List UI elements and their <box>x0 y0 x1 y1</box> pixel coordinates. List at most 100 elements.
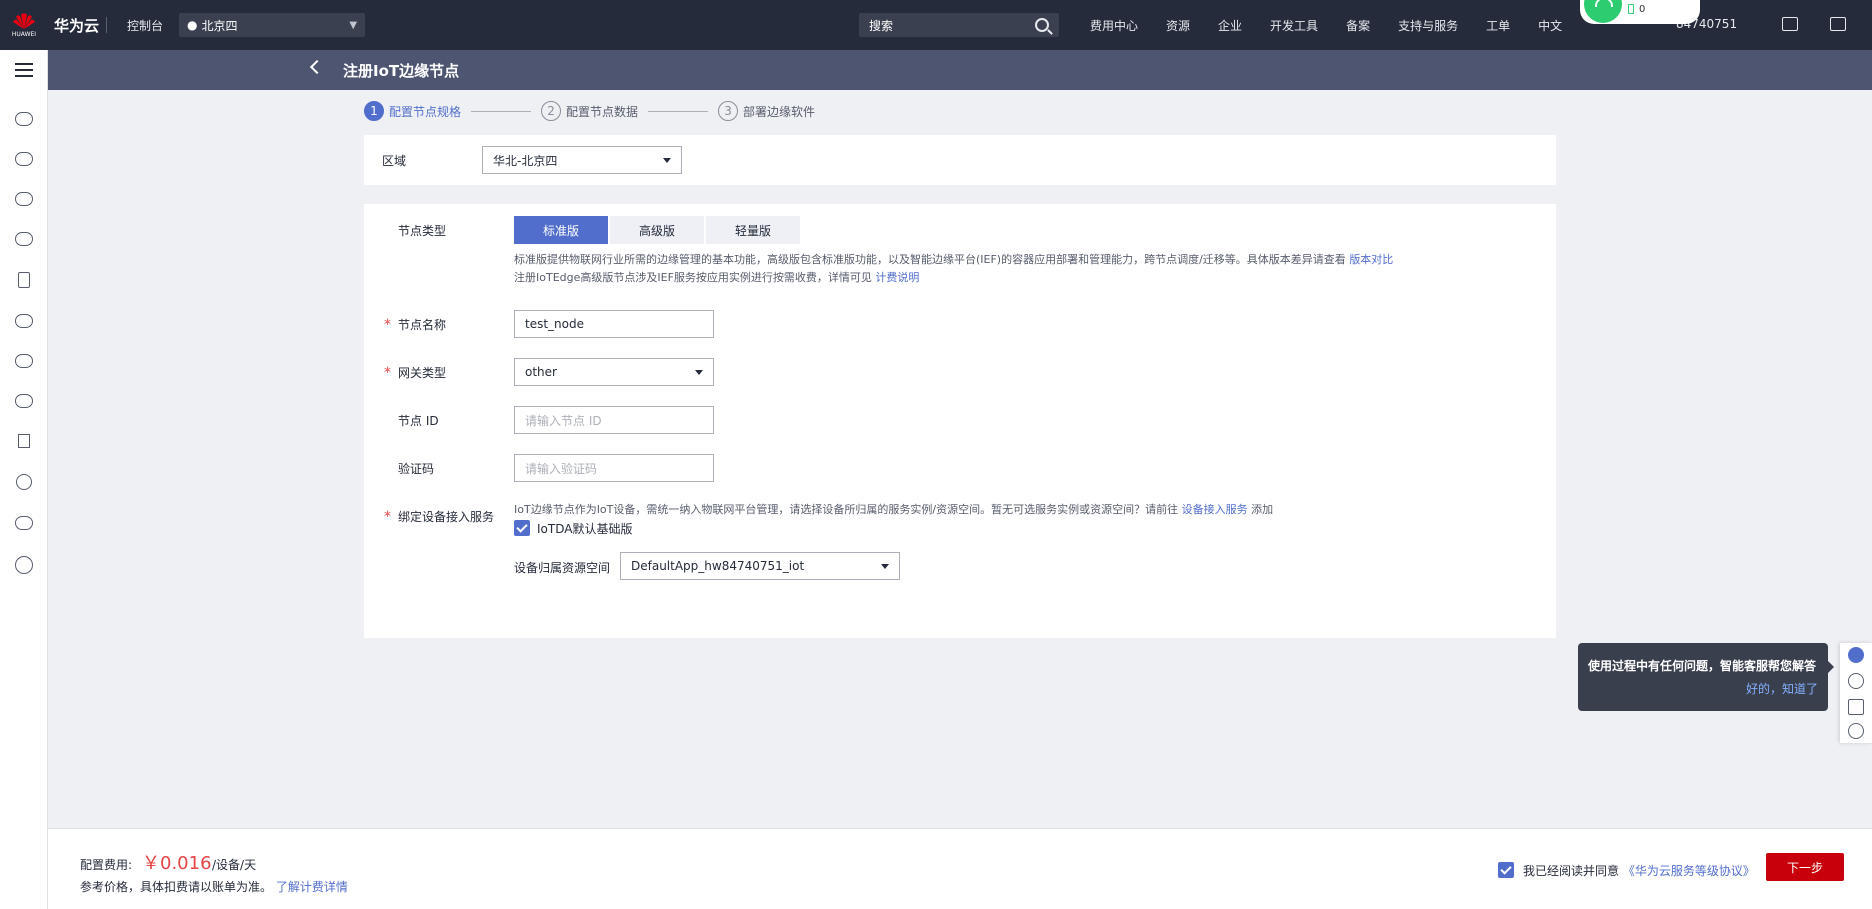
node-type-label: 节点类型 <box>398 224 447 238</box>
step-1-label: 配置节点规格 <box>389 104 462 119</box>
version-description-1: 标准版提供物联网行业所需的边缘管理的基本功能，高级版包含标准版功能，以及智能边缘… <box>514 251 1393 269</box>
region-card: 区域 华北-北京四 <box>364 135 1556 185</box>
help-icon[interactable] <box>1848 673 1864 689</box>
sla-link[interactable]: 《华为云服务等级协议》 <box>1623 864 1755 878</box>
page-title: 注册IoT边缘节点 <box>343 62 460 80</box>
service-icon-2[interactable] <box>14 152 33 166</box>
search-placeholder: 搜索 <box>869 18 894 33</box>
iotda-checkbox[interactable] <box>514 520 530 536</box>
version-compare-link[interactable]: 版本对比 <box>1349 253 1393 266</box>
verify-code-input[interactable]: 请输入验证码 <box>514 454 714 482</box>
globe-icon[interactable] <box>14 556 33 574</box>
fee-detail-link[interactable]: 了解计费详情 <box>276 880 348 894</box>
fee-label: 配置费用: <box>80 858 133 872</box>
service-icon-5[interactable] <box>17 272 30 288</box>
menu-icon[interactable] <box>0 50 48 90</box>
tab-standard[interactable]: 标准版 <box>514 216 608 244</box>
agreement-text: 我已经阅读并同意 《华为云服务等级协议》 <box>1523 862 1755 879</box>
fee-note-text: 参考价格，具体扣费请以账单为准。 <box>80 880 273 894</box>
required-marker: * <box>384 317 391 333</box>
feedback-icon[interactable] <box>1848 699 1864 715</box>
step-2-number: 2 <box>541 101 562 121</box>
region-selector[interactable]: ● 北京四 ▼ <box>179 13 366 37</box>
step-1: 1 配置节点规格 <box>364 101 461 121</box>
resource-space-label: 设备归属资源空间 <box>514 561 611 575</box>
caret-down-icon <box>881 563 889 569</box>
node-name-input[interactable]: test_node <box>514 310 714 338</box>
menu-resources[interactable]: 资源 <box>1166 17 1190 34</box>
menu-billing[interactable]: 费用中心 <box>1090 17 1138 34</box>
gateway-type-label: 网关类型 <box>398 366 447 380</box>
smile-icon[interactable] <box>1848 723 1864 739</box>
nav-divider <box>106 17 107 33</box>
menu-support[interactable]: 支持与服务 <box>1398 17 1458 34</box>
fee-price: ￥0.016 <box>142 853 212 874</box>
gateway-type-dropdown[interactable]: other <box>514 358 714 386</box>
page-header-bar: 注册IoT边缘节点 <box>48 50 1872 90</box>
resource-space-dropdown[interactable]: DefaultApp_hw84740751_iot <box>620 552 900 580</box>
caret-down-icon: ▼ <box>349 19 358 31</box>
resource-space-value: DefaultApp_hw84740751_iot <box>631 559 805 573</box>
required-marker: * <box>384 365 391 381</box>
ip-icon[interactable] <box>15 474 32 490</box>
node-id-input[interactable]: 请输入节点 ID <box>514 406 714 434</box>
agreement-checkbox[interactable] <box>1498 862 1514 878</box>
step-1-number: 1 <box>364 101 384 121</box>
node-id-label: 节点 ID <box>398 414 439 428</box>
service-icon-4[interactable] <box>14 232 33 246</box>
fee-note: 参考价格，具体扣费请以账单为准。 了解计费详情 <box>80 878 348 895</box>
service-icon-3[interactable] <box>14 192 33 206</box>
mail-icon[interactable] <box>1830 17 1846 31</box>
cluster-icon[interactable] <box>14 516 33 530</box>
network-popup: 0 <box>1580 0 1700 24</box>
agreement-prefix: 我已经阅读并同意 <box>1523 864 1620 878</box>
iotda-checkbox-label: IoTDA默认基础版 <box>537 522 633 536</box>
console-link[interactable]: 控制台 <box>115 17 175 34</box>
node-type-tabs: 标准版 高级版 轻量版 <box>514 216 802 244</box>
menu-devtools[interactable]: 开发工具 <box>1270 17 1318 34</box>
tab-advanced[interactable]: 高级版 <box>610 216 704 244</box>
caret-down-icon <box>663 157 671 163</box>
verify-code-label: 验证码 <box>398 462 435 476</box>
bind-service-label: 绑定设备接入服务 <box>398 510 495 524</box>
assistant-dismiss-link[interactable]: 好的，知道了 <box>1588 680 1818 697</box>
left-sidebar <box>0 50 48 909</box>
menu-tickets[interactable]: 工单 <box>1486 17 1510 34</box>
assistant-tooltip-text: 使用过程中有任何问题，智能客服帮您解答 <box>1588 659 1817 673</box>
region-dropdown[interactable]: 华北-北京四 <box>482 146 682 174</box>
cloud-monitor-icon[interactable] <box>14 394 33 408</box>
billing-explain-link[interactable]: 计费说明 <box>875 271 919 284</box>
anchor-icon[interactable] <box>17 434 30 448</box>
version-desc-text: 标准版提供物联网行业所需的边缘管理的基本功能，高级版包含标准版功能，以及智能边缘… <box>514 253 1346 266</box>
step-3: 3 部署边缘软件 <box>718 101 815 121</box>
location-pin-icon: ● <box>187 18 198 32</box>
menu-enterprise[interactable]: 企业 <box>1218 17 1242 34</box>
cloud-upload-icon[interactable] <box>14 354 33 368</box>
cloud-shell-icon[interactable] <box>1782 17 1798 31</box>
customer-service-icon[interactable] <box>1848 647 1864 663</box>
bind-service-description: IoT边缘节点作为IoT设备，需统一纳入物联网平台管理，请选择设备所归属的服务实… <box>514 501 1273 519</box>
menu-filing[interactable]: 备案 <box>1346 17 1370 34</box>
step-connector <box>471 110 532 112</box>
node-form-card: 节点类型 标准版 高级版 轻量版 标准版提供物联网行业所需的边缘管理的基本功能，… <box>364 204 1556 638</box>
huawei-logo-icon: HUAWEI <box>10 11 38 39</box>
floating-help-panel <box>1840 643 1872 743</box>
wifi-icon <box>1584 0 1622 23</box>
brand-name: 华为云 <box>54 16 100 35</box>
fee-unit: /设备/天 <box>212 858 257 872</box>
cloud-icon[interactable] <box>14 314 33 328</box>
step-3-number: 3 <box>718 101 739 121</box>
bind-tail-text: 添加 <box>1251 503 1274 516</box>
search-box[interactable]: 搜索 <box>859 13 1059 37</box>
huawei-logo[interactable]: HUAWEI 华为云 <box>0 0 100 50</box>
menu-language[interactable]: 中文 <box>1538 17 1562 34</box>
device-access-link[interactable]: 设备接入服务 <box>1182 503 1248 516</box>
search-icon[interactable] <box>1035 18 1049 32</box>
back-icon[interactable] <box>309 59 325 75</box>
service-icon-1[interactable] <box>14 112 33 126</box>
tab-lite[interactable]: 轻量版 <box>706 216 800 244</box>
caret-down-icon <box>695 369 703 375</box>
next-button[interactable]: 下一步 <box>1766 853 1844 881</box>
step-3-label: 部署边缘软件 <box>743 104 816 119</box>
required-marker: * <box>384 509 391 525</box>
